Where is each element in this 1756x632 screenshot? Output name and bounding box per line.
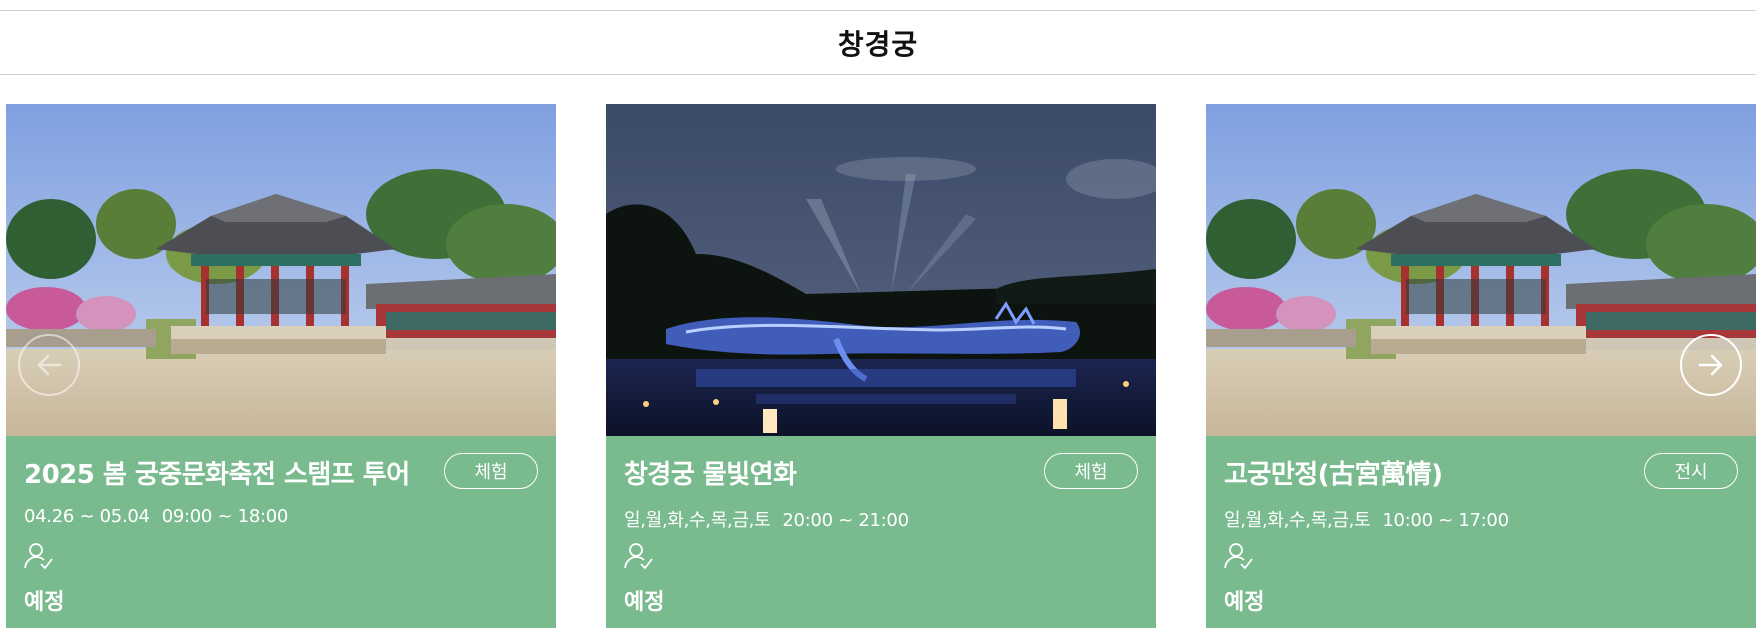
status-label: 예정 — [24, 590, 65, 615]
schedule-time: 09:00 ~ 18:00 — [161, 506, 289, 527]
user-check-icon — [24, 543, 53, 570]
status-label: 예정 — [624, 590, 665, 615]
schedule: 일,월,화,수,목,금,토 20:00 ~ 21:00 — [624, 506, 909, 532]
schedule-time: 10:00 ~ 17:00 — [1382, 510, 1509, 531]
schedule: 04.26 ~ 05.04 09:00 ~ 18:00 — [24, 506, 288, 527]
card-info: 2025 봄 궁중문화축전 스탬프 투어 체험 04.26 ~ 05.04 09:… — [6, 436, 556, 628]
event-card[interactable]: 고궁만정(古宮萬情) 전시 일,월,화,수,목,금,토 10:00 ~ 17:00… — [1206, 104, 1756, 628]
festival-page: 창경궁 2025 봄 궁중문화축전 스탬프 투어 체험 04.26 ~ 05.0… — [0, 0, 1756, 632]
palace-pavilion-photo — [6, 104, 556, 436]
user-check-icon — [624, 543, 653, 570]
arrow-left-icon — [37, 354, 62, 376]
type-badge[interactable]: 체험 — [444, 453, 538, 489]
card-title[interactable]: 고궁만정(古宮萬情) — [1224, 454, 1443, 491]
carousel-next-button[interactable] — [1680, 334, 1742, 396]
night-light-show-photo — [606, 104, 1156, 436]
event-card[interactable]: 창경궁 물빛연화 체험 일,월,화,수,목,금,토 20:00 ~ 21:00 예… — [606, 104, 1156, 628]
user-check-icon — [1224, 543, 1253, 570]
card-title[interactable]: 2025 봄 궁중문화축전 스탬프 투어 — [24, 454, 410, 491]
status-label: 예정 — [1224, 590, 1265, 615]
card-info: 고궁만정(古宮萬情) 전시 일,월,화,수,목,금,토 10:00 ~ 17:00… — [1206, 436, 1756, 628]
section-header: 창경궁 — [0, 10, 1756, 75]
schedule-dates: 04.26 ~ 05.04 — [24, 506, 150, 527]
schedule-time: 20:00 ~ 21:00 — [782, 510, 909, 531]
schedule-dates: 일,월,화,수,목,금,토 — [624, 510, 771, 531]
section-title: 창경궁 — [837, 27, 919, 61]
type-badge[interactable]: 전시 — [1644, 453, 1738, 489]
palace-pavilion-photo — [1206, 104, 1756, 436]
arrow-right-icon — [1698, 354, 1723, 376]
carousel-prev-button[interactable] — [18, 334, 80, 396]
schedule-dates: 일,월,화,수,목,금,토 — [1224, 510, 1371, 531]
event-card[interactable]: 2025 봄 궁중문화축전 스탬프 투어 체험 04.26 ~ 05.04 09:… — [6, 104, 556, 628]
card-title[interactable]: 창경궁 물빛연화 — [624, 454, 797, 491]
schedule: 일,월,화,수,목,금,토 10:00 ~ 17:00 — [1224, 506, 1509, 532]
type-badge[interactable]: 체험 — [1044, 453, 1138, 489]
card-info: 창경궁 물빛연화 체험 일,월,화,수,목,금,토 20:00 ~ 21:00 예… — [606, 436, 1156, 628]
